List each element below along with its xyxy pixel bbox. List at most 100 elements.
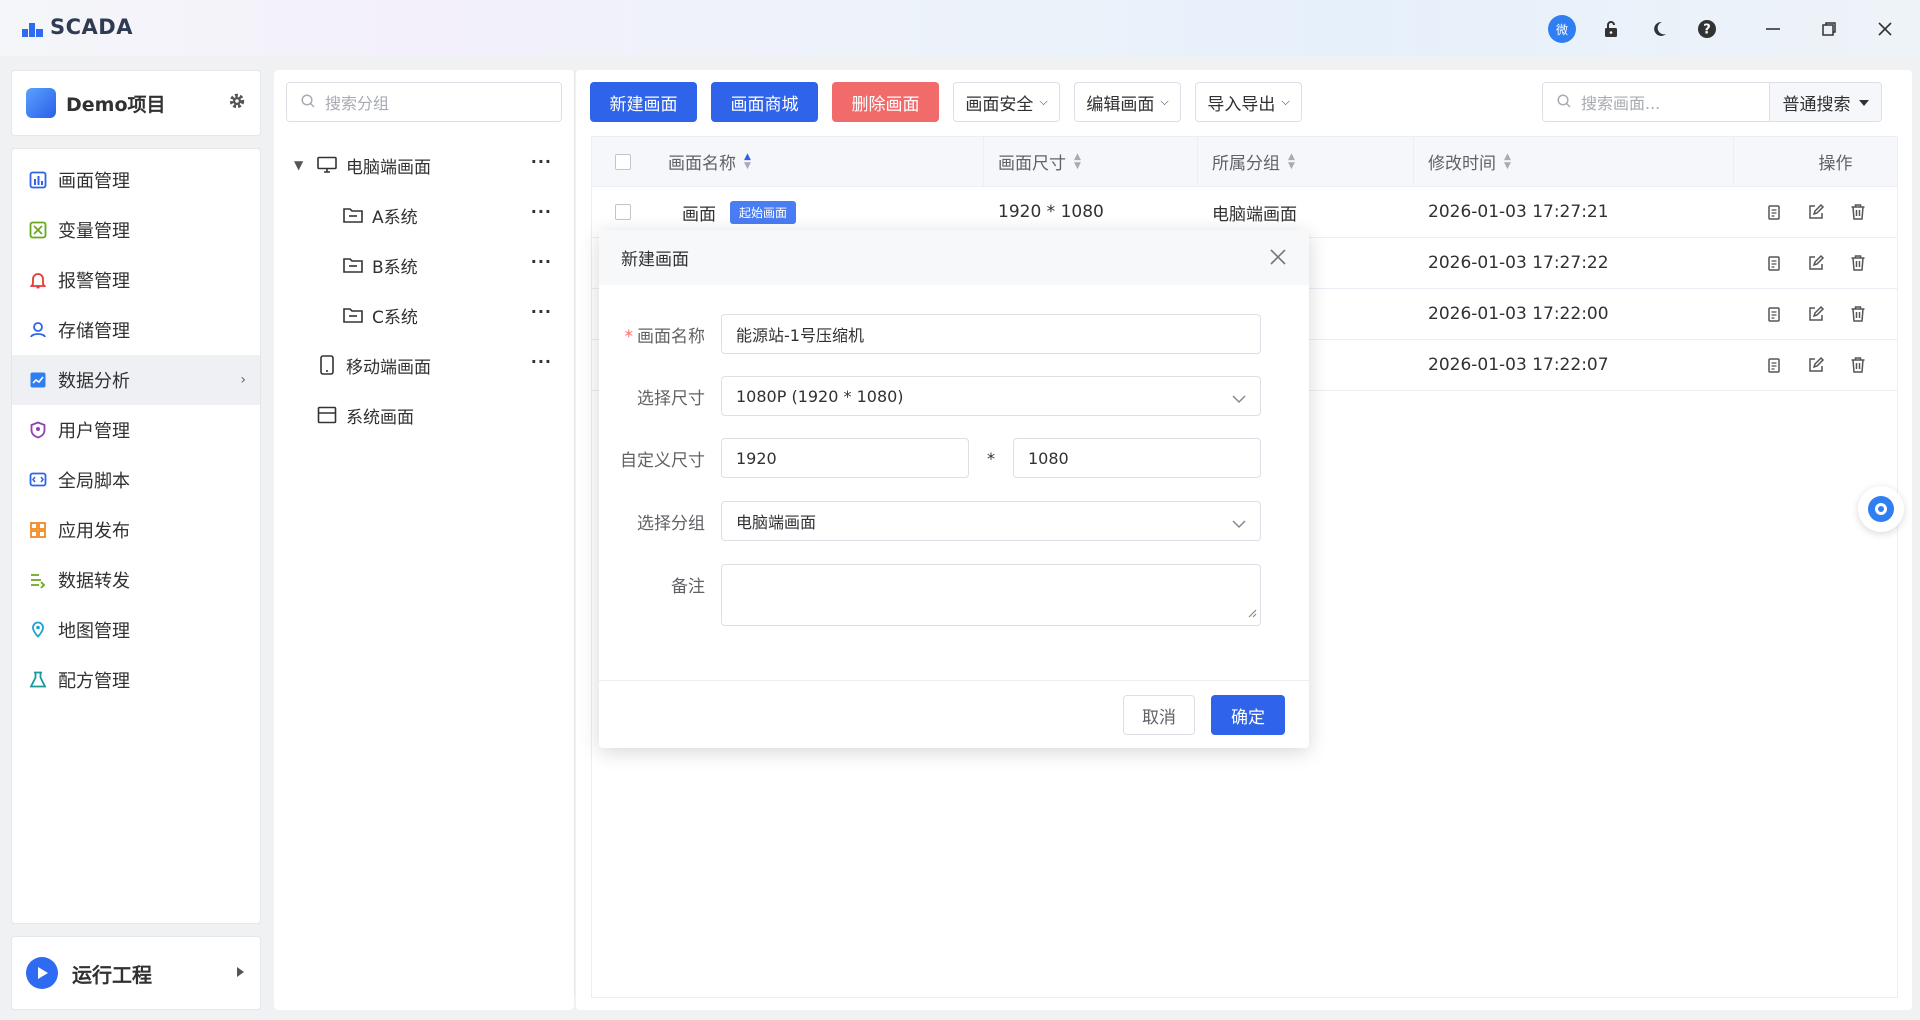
screen-name-input[interactable]: 能源站-1号压缩机: [721, 314, 1261, 354]
more-dots-icon[interactable]: ···: [531, 202, 552, 221]
col-time-header[interactable]: 修改时间 ▲ ▼: [1414, 136, 1734, 187]
group-search-input[interactable]: 搜索分组: [286, 82, 562, 122]
col-group-header[interactable]: 所属分组 ▲ ▼: [1198, 136, 1414, 187]
form-row-name: * 画面名称 能源站-1号压缩机: [599, 314, 1309, 354]
screen-search-input[interactable]: 搜索画面...: [1543, 83, 1769, 121]
chart-board-icon: [28, 170, 48, 190]
select-all-checkbox[interactable]: [615, 153, 631, 170]
script-icon: [28, 470, 48, 490]
chevron-down-icon: ⌵: [1039, 95, 1048, 108]
screen-search: 搜索画面... 普通搜索: [1542, 82, 1882, 122]
start-screen-badge: 起始画面: [730, 200, 797, 224]
sidebar-item-forward[interactable]: 数据转发: [12, 555, 260, 605]
edit-icon[interactable]: [1806, 304, 1826, 324]
tree-node-system[interactable]: 系统画面: [274, 390, 574, 440]
name-label: 画面名称: [637, 326, 705, 347]
restore-icon[interactable]: [1816, 16, 1842, 42]
sidebar-item-publish[interactable]: 应用发布: [12, 505, 260, 555]
group-select[interactable]: 电脑端画面: [721, 501, 1261, 541]
tree-node-mobile[interactable]: 移动端画面 ···: [274, 340, 574, 390]
confirm-button[interactable]: 确定: [1211, 695, 1285, 735]
col-name-header[interactable]: 画面名称 ▲ ▼: [654, 136, 984, 187]
unlock-icon[interactable]: [1598, 16, 1624, 42]
sidebar-item-storage[interactable]: 存储管理: [12, 305, 260, 355]
more-dots-icon[interactable]: ···: [531, 152, 552, 171]
gear-icon[interactable]: [228, 92, 246, 115]
run-project-button[interactable]: 运行工程: [11, 936, 261, 1010]
import-export-dropdown[interactable]: 导入导出 ⌵: [1195, 82, 1302, 122]
trash-icon[interactable]: [1848, 202, 1868, 222]
bell-icon: [28, 270, 48, 290]
mobile-icon: [316, 354, 338, 376]
copy-icon[interactable]: [1764, 355, 1784, 375]
dark-mode-moon-icon[interactable]: [1646, 16, 1672, 42]
screen-size: 1920 * 1080: [998, 202, 1104, 222]
copy-icon[interactable]: [1764, 253, 1784, 273]
close-icon[interactable]: [1267, 246, 1289, 268]
edit-screen-dropdown[interactable]: 编辑画面 ⌵: [1074, 82, 1181, 122]
height-input[interactable]: 1080: [1013, 438, 1261, 478]
search-mode-select[interactable]: 普通搜索: [1769, 83, 1881, 121]
tree-node-b[interactable]: B系统 ···: [274, 240, 574, 290]
sidebar-item-alarms[interactable]: 报警管理: [12, 255, 260, 305]
sidebar-item-label: 变量管理: [58, 221, 130, 242]
tree-node-pc[interactable]: ▼ 电脑端画面 ···: [274, 140, 574, 190]
trash-icon[interactable]: [1848, 253, 1868, 273]
sidebar-item-screens[interactable]: 画面管理: [12, 155, 260, 205]
tree-node-a[interactable]: A系统 ···: [274, 190, 574, 240]
tree-node-label: 移动端画面: [346, 357, 431, 378]
more-dots-icon[interactable]: ···: [531, 352, 552, 371]
user-avatar[interactable]: 微: [1548, 15, 1576, 43]
edit-icon[interactable]: [1806, 355, 1826, 375]
size-select-value: 1080P (1920 * 1080): [736, 386, 904, 406]
sidebar-item-variables[interactable]: 变量管理: [12, 205, 260, 255]
new-screen-button[interactable]: 新建画面: [590, 82, 697, 122]
sort-icon[interactable]: ▲ ▼: [1288, 152, 1295, 171]
resize-handle-icon[interactable]: [1247, 603, 1257, 622]
more-dots-icon[interactable]: ···: [531, 302, 552, 321]
panel-divider[interactable]: [574, 70, 575, 996]
sort-icon[interactable]: ▲ ▼: [744, 152, 751, 171]
trash-icon[interactable]: [1848, 355, 1868, 375]
sidebar-item-recipes[interactable]: 配方管理: [12, 655, 260, 705]
help-icon[interactable]: ?: [1694, 16, 1720, 42]
sidebar-item-users[interactable]: 用户管理: [12, 405, 260, 455]
floating-assistant-button[interactable]: [1858, 486, 1904, 532]
row-checkbox[interactable]: [615, 204, 631, 220]
group-panel: 搜索分组 ▼ 电脑端画面 ··· A系统 ··· B系统 ··· C系统 ···…: [274, 70, 574, 1010]
screen-store-button[interactable]: 画面商城: [711, 82, 818, 122]
trash-icon[interactable]: [1848, 304, 1868, 324]
flask-icon: [28, 670, 48, 690]
more-dots-icon[interactable]: ···: [531, 252, 552, 271]
form-row-custom-size: 自定义尺寸 1920 * 1080: [599, 438, 1309, 478]
screen-security-dropdown[interactable]: 画面安全 ⌵: [953, 82, 1060, 122]
delete-screen-button[interactable]: 删除画面: [832, 82, 939, 122]
col-size-header[interactable]: 画面尺寸 ▲ ▼: [984, 136, 1198, 187]
group-tree: ▼ 电脑端画面 ··· A系统 ··· B系统 ··· C系统 ··· 移动端画…: [274, 140, 574, 440]
edit-icon[interactable]: [1806, 202, 1826, 222]
tree-node-c[interactable]: C系统 ···: [274, 290, 574, 340]
form-row-group: 选择分组 电脑端画面: [599, 501, 1309, 541]
group-select-value: 电脑端画面: [736, 513, 817, 532]
edit-icon[interactable]: [1806, 253, 1826, 273]
size-select[interactable]: 1080P (1920 * 1080): [721, 376, 1261, 416]
remark-textarea[interactable]: [721, 564, 1261, 626]
copy-icon[interactable]: [1764, 304, 1784, 324]
chevron-down-icon: [1232, 389, 1246, 408]
cancel-button[interactable]: 取消: [1123, 695, 1195, 735]
search-icon: [301, 93, 315, 112]
sidebar-item-maps[interactable]: 地图管理: [12, 605, 260, 655]
group-label: 选择分组: [637, 513, 705, 534]
caret-down-icon[interactable]: ▼: [294, 158, 306, 172]
sidebar-item-scripts[interactable]: 全局脚本: [12, 455, 260, 505]
sidebar-item-analytics[interactable]: 数据分析 ›: [12, 355, 260, 405]
edit-screen-label: 编辑画面: [1086, 94, 1155, 115]
close-window-icon[interactable]: [1872, 16, 1898, 42]
width-input[interactable]: 1920: [721, 438, 969, 478]
sort-icon[interactable]: ▲ ▼: [1074, 152, 1081, 171]
minimize-icon[interactable]: [1760, 16, 1786, 42]
sidebar-item-label: 应用发布: [58, 521, 130, 542]
folder-icon: [342, 204, 364, 226]
sort-icon[interactable]: ▲ ▼: [1504, 152, 1511, 171]
copy-icon[interactable]: [1764, 202, 1784, 222]
